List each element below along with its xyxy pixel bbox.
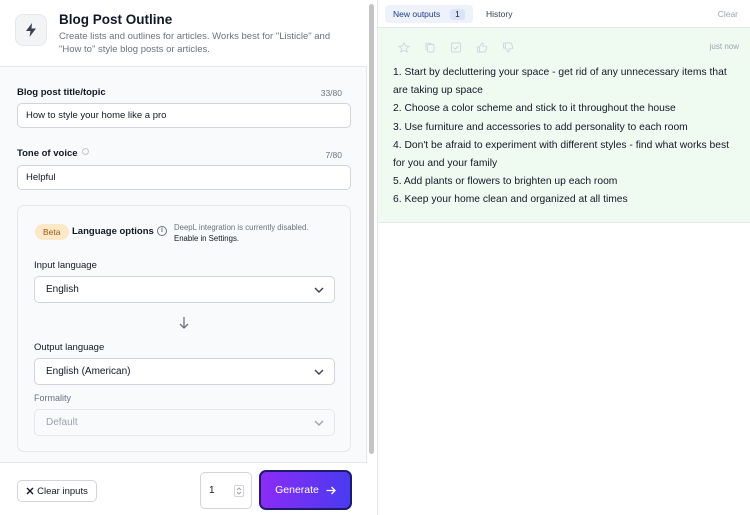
- arrow-down-icon: [179, 317, 189, 329]
- tone-input-value: Helpful: [26, 172, 56, 183]
- formality-select[interactable]: Default: [34, 409, 335, 436]
- tab-new-outputs-label: New outputs: [393, 9, 441, 19]
- output-tabs: New outputs 1 History Clear: [378, 0, 750, 28]
- output-count-badge: 1: [450, 8, 465, 20]
- output-language-value: English (American): [46, 366, 131, 377]
- stepper-arrows-icon[interactable]: [234, 485, 244, 497]
- topic-input-value: How to style your home like a pro: [26, 110, 167, 121]
- tone-input[interactable]: Helpful: [17, 165, 351, 190]
- clear-outputs-button[interactable]: Clear: [718, 9, 738, 19]
- tab-new-outputs[interactable]: New outputs 1: [385, 5, 473, 23]
- info-icon[interactable]: i: [157, 226, 167, 236]
- output-language-select[interactable]: English (American): [34, 358, 335, 385]
- chevron-down-icon: [314, 369, 324, 375]
- output-language-label: Output language: [34, 342, 105, 353]
- page-title: Blog Post Outline: [59, 12, 173, 27]
- tone-label: Tone of voice: [17, 148, 89, 159]
- output-timestamp: just now: [709, 42, 739, 51]
- input-language-label: Input language: [34, 260, 97, 271]
- tone-char-count: 7/80: [325, 150, 342, 160]
- formality-value: Default: [46, 417, 78, 428]
- output-text: 1. Start by decluttering your space - ge…: [393, 64, 733, 210]
- output-actions: [397, 40, 514, 53]
- enable-settings-link[interactable]: Enable in Settings.: [174, 234, 239, 243]
- topic-input[interactable]: How to style your home like a pro: [17, 103, 351, 128]
- info-icon[interactable]: [81, 148, 89, 155]
- thumbs-up-icon[interactable]: [476, 40, 488, 53]
- quantity-stepper[interactable]: 1: [200, 472, 252, 509]
- arrow-right-icon: [326, 486, 336, 494]
- language-options-title: Language options: [72, 226, 154, 237]
- tool-header: Blog Post Outline Create lists and outli…: [0, 0, 367, 67]
- copy-icon[interactable]: [424, 40, 436, 53]
- quantity-value: 1: [209, 485, 215, 496]
- formality-label: Formality: [34, 393, 72, 403]
- save-icon[interactable]: [450, 40, 462, 53]
- chevron-down-icon: [314, 420, 324, 426]
- close-icon: [26, 487, 34, 495]
- output-panel: New outputs 1 History Clear just now 1. …: [377, 0, 750, 515]
- star-icon[interactable]: [397, 40, 411, 53]
- input-language-value: English: [46, 284, 79, 295]
- tab-history[interactable]: History: [486, 9, 512, 19]
- list-item: 5. Add plants or flowers to brighten up …: [393, 176, 618, 188]
- generate-button[interactable]: Generate: [259, 470, 352, 510]
- list-item: 2. Choose a color scheme and stick to it…: [393, 103, 676, 115]
- generate-label: Generate: [275, 484, 319, 496]
- deepl-note-text: DeepL integration is currently disabled.: [174, 223, 309, 232]
- input-footer: Clear inputs 1 Generate: [0, 462, 367, 515]
- list-item: 1. Start by decluttering your space - ge…: [393, 67, 727, 97]
- list-item: 4. Don't be afraid to experiment with di…: [393, 139, 730, 170]
- input-language-select[interactable]: English: [34, 276, 335, 303]
- clear-inputs-button[interactable]: Clear inputs: [17, 480, 97, 502]
- list-item: 3. Use furniture and accessories to add …: [393, 121, 688, 133]
- output-card: just now 1. Start by decluttering your s…: [378, 28, 750, 223]
- scrollbar[interactable]: [369, 4, 374, 454]
- topic-char-count: 33/80: [320, 88, 342, 98]
- input-panel: Blog Post Outline Create lists and outli…: [0, 0, 367, 515]
- thumbs-down-icon[interactable]: [502, 40, 514, 53]
- deepl-note: DeepL integration is currently disabled.…: [174, 222, 344, 244]
- topic-label: Blog post title/topic: [17, 87, 106, 98]
- beta-badge: Beta: [35, 224, 69, 240]
- tone-label-text: Tone of voice: [17, 148, 78, 159]
- clear-inputs-label: Clear inputs: [37, 485, 88, 497]
- lightning-icon: [15, 14, 47, 46]
- language-options-panel: Beta Language options i DeepL integratio…: [17, 205, 351, 452]
- list-item: 6. Keep your home clean and organized at…: [393, 194, 628, 206]
- tool-description: Create lists and outlines for articles. …: [59, 31, 331, 55]
- chevron-down-icon: [314, 287, 324, 293]
